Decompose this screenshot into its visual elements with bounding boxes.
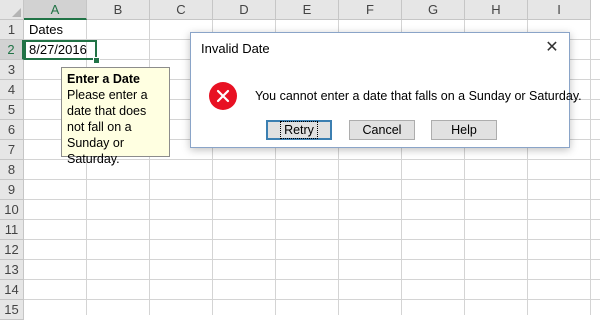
row-header-5[interactable]: 5: [0, 100, 24, 120]
cancel-button-label: Cancel: [362, 123, 402, 137]
dialog-message: You cannot enter a date that falls on a …: [255, 89, 582, 103]
select-all-triangle-icon: [12, 8, 21, 17]
row-header-12[interactable]: 12: [0, 240, 24, 260]
row-header-3[interactable]: 3: [0, 60, 24, 80]
help-button-label: Help: [451, 123, 477, 137]
active-cell-border: [24, 40, 97, 60]
column-header-b[interactable]: B: [87, 0, 150, 20]
row-header-10[interactable]: 10: [0, 200, 24, 220]
select-all-corner[interactable]: [0, 0, 24, 20]
row-header-1[interactable]: 1: [0, 20, 24, 40]
retry-button[interactable]: Retry: [266, 120, 332, 140]
row-header-15[interactable]: 15: [0, 300, 24, 320]
help-button[interactable]: Help: [431, 120, 497, 140]
column-header-f[interactable]: F: [339, 0, 402, 20]
retry-button-label: Retry: [280, 121, 318, 139]
column-header-c[interactable]: C: [150, 0, 213, 20]
cancel-button[interactable]: Cancel: [349, 120, 415, 140]
column-header-d[interactable]: D: [213, 0, 276, 20]
close-icon[interactable]: ✕: [541, 37, 563, 59]
row-header-11[interactable]: 11: [0, 220, 24, 240]
row-header-6[interactable]: 6: [0, 120, 24, 140]
row-header-14[interactable]: 14: [0, 280, 24, 300]
input-message-title: Enter a Date: [67, 72, 140, 86]
invalid-date-dialog: Invalid Date ✕ You cannot enter a date t…: [190, 32, 582, 148]
row-header-8[interactable]: 8: [0, 160, 24, 180]
row-header-7[interactable]: 7: [0, 140, 24, 160]
column-header-e[interactable]: E: [276, 0, 339, 20]
row-header-4[interactable]: 4: [0, 80, 24, 100]
row-header-2[interactable]: 2: [0, 40, 24, 60]
fill-handle[interactable]: [93, 57, 100, 64]
dialog-title: Invalid Date: [201, 41, 270, 56]
input-message-tooltip: Enter a Date Please enter a date that do…: [61, 67, 170, 166]
column-header-i[interactable]: I: [528, 0, 591, 20]
row-header-13[interactable]: 13: [0, 260, 24, 280]
column-header-g[interactable]: G: [402, 0, 465, 20]
row-header-9[interactable]: 9: [0, 180, 24, 200]
input-message-body: Please enter a date that does not fall o…: [67, 88, 148, 166]
column-header-a[interactable]: A: [24, 0, 87, 20]
error-icon: [209, 82, 237, 110]
cell-a1[interactable]: Dates: [29, 20, 63, 40]
column-header-h[interactable]: H: [465, 0, 528, 20]
